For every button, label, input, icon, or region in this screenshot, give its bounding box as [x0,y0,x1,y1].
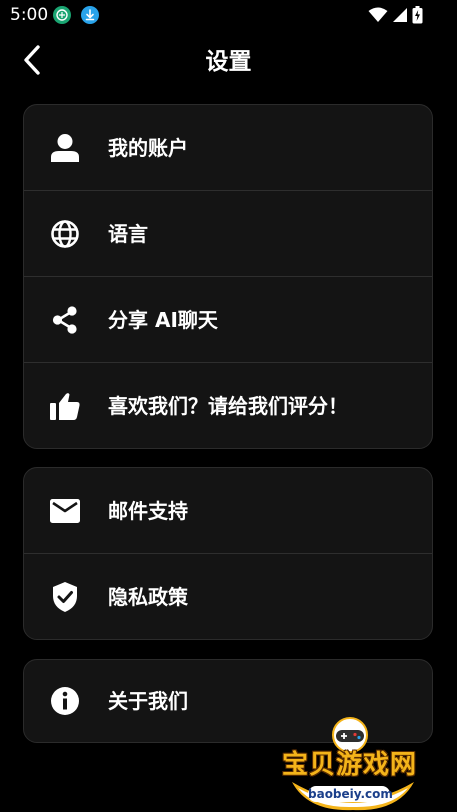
settings-item-label: 分享 AI聊天 [108,307,218,332]
settings-item-label: 语言 [108,221,148,246]
settings-item-rate[interactable]: 喜欢我们？请给我们评分！ [24,362,432,448]
globe-icon [48,217,82,251]
watermark: 宝贝游戏网 baobeiy.com [278,716,428,812]
app-bar: 设置 [0,34,457,92]
watermark-text: 宝贝游戏网 [282,750,418,780]
page-title: 设置 [205,49,252,75]
settings-item-label: 邮件支持 [108,498,188,523]
wifi-icon [368,7,388,23]
settings-item-share[interactable]: 分享 AI聊天 [24,276,432,362]
cellular-signal-icon [392,7,408,23]
settings-item-privacy-policy[interactable]: 隐私政策 [24,553,432,639]
share-icon [48,303,82,337]
status-bar: 5:00 [0,0,457,30]
download-icon [81,6,99,24]
shield-check-icon [48,580,82,614]
status-time: 5:00 [10,5,49,25]
settings-item-email-support[interactable]: 邮件支持 [24,468,432,553]
settings-item-label: 我的账户 [108,135,188,160]
settings-card-general: 我的账户 语言 分享 AI聊天 喜欢我们？请给我们评分！ [23,104,433,449]
settings-item-label: 喜欢我们？请给我们评分！ [108,393,348,418]
settings-item-label: 隐私政策 [108,584,188,609]
info-icon [48,684,82,718]
person-icon [48,131,82,165]
thumbs-up-icon [48,389,82,423]
battery-charging-icon [412,6,423,24]
settings-item-language[interactable]: 语言 [24,190,432,276]
settings-item-my-account[interactable]: 我的账户 [24,105,432,190]
mail-icon [48,494,82,528]
app-notification-icon [53,6,71,24]
settings-item-label: 关于我们 [108,689,188,713]
settings-card-support: 邮件支持 隐私政策 [23,467,433,640]
watermark-url: baobeiy.com [308,786,393,802]
status-system-icons [368,6,423,24]
